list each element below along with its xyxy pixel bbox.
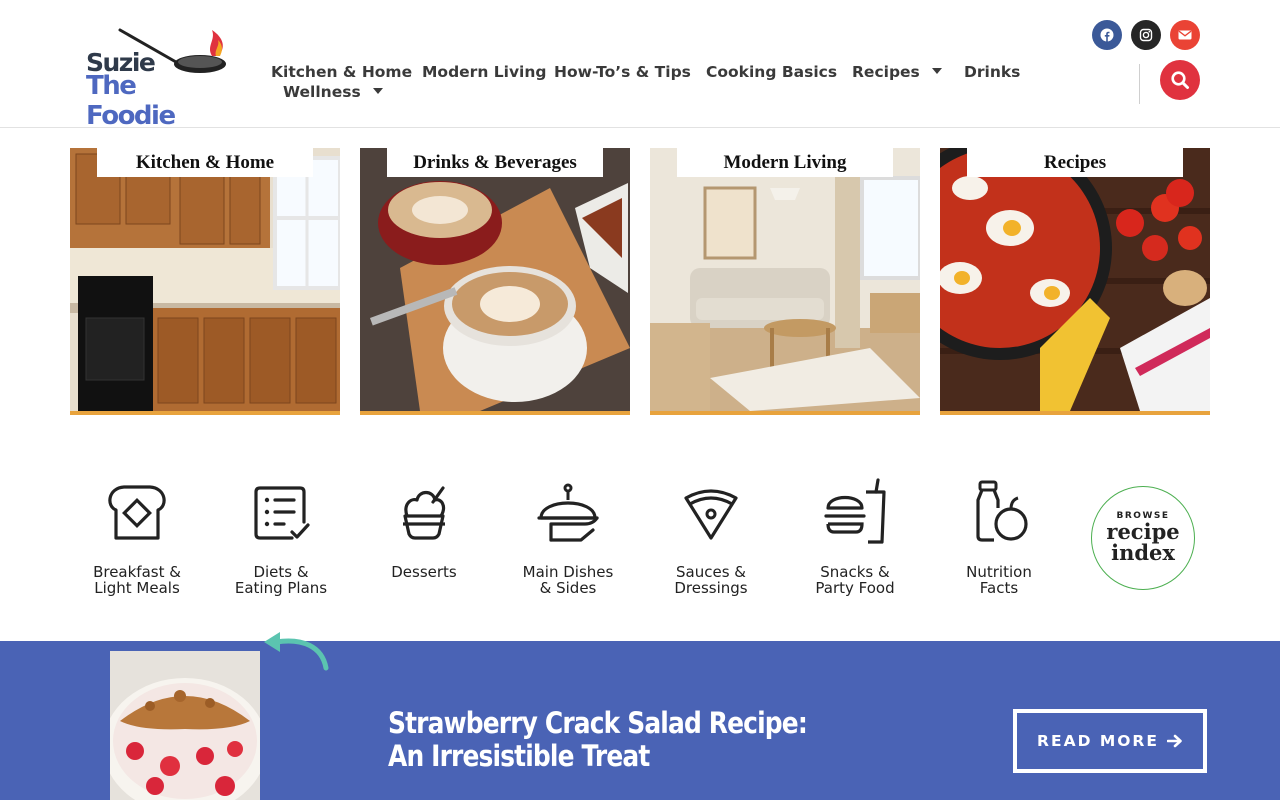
- tile-label: Drinks & Beverages: [387, 148, 603, 177]
- category-breakfast-light-meals[interactable]: Breakfast & Light Meals: [72, 478, 202, 596]
- category-main-dishes-sides[interactable]: Main Dishes & Sides: [503, 478, 633, 596]
- nav-item-modern-living[interactable]: Modern Living: [422, 63, 547, 81]
- category-label: Main Dishes & Sides: [522, 563, 614, 597]
- tile-kitchen-home[interactable]: Kitchen & Home: [70, 148, 340, 415]
- toast-icon: [108, 485, 166, 540]
- featured-post-image[interactable]: [110, 651, 260, 800]
- tile-label: Modern Living: [677, 148, 893, 177]
- shakshuka-photo: [940, 148, 1210, 411]
- site-header: Suzie The Foodie Kitchen & Home Modern L…: [0, 0, 1280, 131]
- bottle-apple-icon: [976, 480, 1028, 542]
- nav-item-label: Drinks: [964, 63, 1021, 81]
- nav-item-drinks[interactable]: Drinks: [964, 63, 1020, 81]
- category-label: Diets & Eating Plans: [234, 563, 328, 597]
- nav-item-label: Kitchen & Home: [271, 63, 413, 81]
- nav-item-cooking-basics[interactable]: Cooking Basics: [706, 63, 837, 81]
- nav-item-wellness[interactable]: Wellness: [283, 83, 383, 101]
- facebook-icon: [1100, 28, 1114, 42]
- recipe-label: recipe: [1106, 519, 1180, 544]
- search-icon: [1171, 71, 1189, 89]
- read-more-button[interactable]: READ MORE: [1013, 709, 1207, 773]
- chevron-down-icon: [931, 67, 942, 74]
- tile-label: Kitchen & Home: [97, 148, 313, 177]
- category-label: Snacks & Party Food: [815, 563, 895, 597]
- tile-drinks-beverages[interactable]: Drinks & Beverages: [360, 148, 630, 415]
- site-logo[interactable]: Suzie The Foodie: [82, 26, 230, 131]
- facebook-link[interactable]: [1092, 20, 1122, 50]
- nav-item-label: Cooking Basics: [706, 63, 838, 81]
- category-sauces-dressings[interactable]: Sauces & Dressings: [646, 478, 776, 596]
- pizza-slice-icon: [684, 489, 738, 540]
- read-more-label: READ MORE: [1037, 732, 1159, 750]
- checklist-icon: [254, 486, 310, 540]
- nav-item-kitchen-home[interactable]: Kitchen & Home: [271, 63, 412, 81]
- sundae-icon: [403, 486, 446, 540]
- curved-arrow-icon: [264, 632, 329, 671]
- email-link[interactable]: [1170, 20, 1200, 50]
- nav-item-label: Recipes: [852, 63, 920, 81]
- chevron-down-icon: [372, 87, 383, 94]
- envelope-icon: [1178, 30, 1192, 40]
- category-diets-eating-plans[interactable]: Diets & Eating Plans: [216, 478, 346, 596]
- logo-text-line2: The Foodie: [86, 71, 176, 131]
- arrow-right-icon: [1166, 734, 1182, 748]
- nav-item-label: Wellness: [283, 83, 361, 101]
- kitchen-photo: [70, 148, 340, 411]
- instagram-link[interactable]: [1131, 20, 1161, 50]
- category-label: Nutrition Facts: [966, 563, 1032, 597]
- serving-dish-icon: [537, 483, 599, 542]
- category-snacks-party-food[interactable]: Snacks & Party Food: [790, 478, 920, 596]
- nav-item-how-tos-tips[interactable]: How-To’s & Tips: [554, 63, 691, 81]
- index-label: index: [1111, 540, 1175, 565]
- tile-recipes[interactable]: Recipes: [940, 148, 1210, 415]
- strawberry-salad-photo: [110, 651, 260, 800]
- category-label: Sauces & Dressings: [674, 563, 748, 597]
- nav-item-recipes[interactable]: Recipes: [852, 63, 942, 81]
- category-label: Desserts: [391, 563, 457, 581]
- burger-drink-icon: [824, 478, 886, 544]
- tile-label: Recipes: [967, 148, 1183, 177]
- browse-recipe-index-badge[interactable]: BROWSE recipe index: [1091, 486, 1195, 590]
- category-desserts[interactable]: Desserts: [359, 478, 489, 580]
- header-divider: [1139, 64, 1140, 104]
- living-room-photo: [650, 148, 920, 411]
- nav-item-label: Modern Living: [422, 63, 547, 81]
- tile-modern-living[interactable]: Modern Living: [650, 148, 920, 415]
- category-nutrition-facts[interactable]: Nutrition Facts: [934, 478, 1064, 596]
- featured-post-title[interactable]: Strawberry Crack Salad Recipe: An Irresi…: [388, 707, 835, 773]
- search-button[interactable]: [1160, 60, 1200, 100]
- category-label: Breakfast & Light Meals: [93, 563, 181, 597]
- coffee-photo: [360, 148, 630, 411]
- instagram-icon: [1139, 28, 1153, 42]
- nav-item-label: How-To’s & Tips: [554, 63, 691, 81]
